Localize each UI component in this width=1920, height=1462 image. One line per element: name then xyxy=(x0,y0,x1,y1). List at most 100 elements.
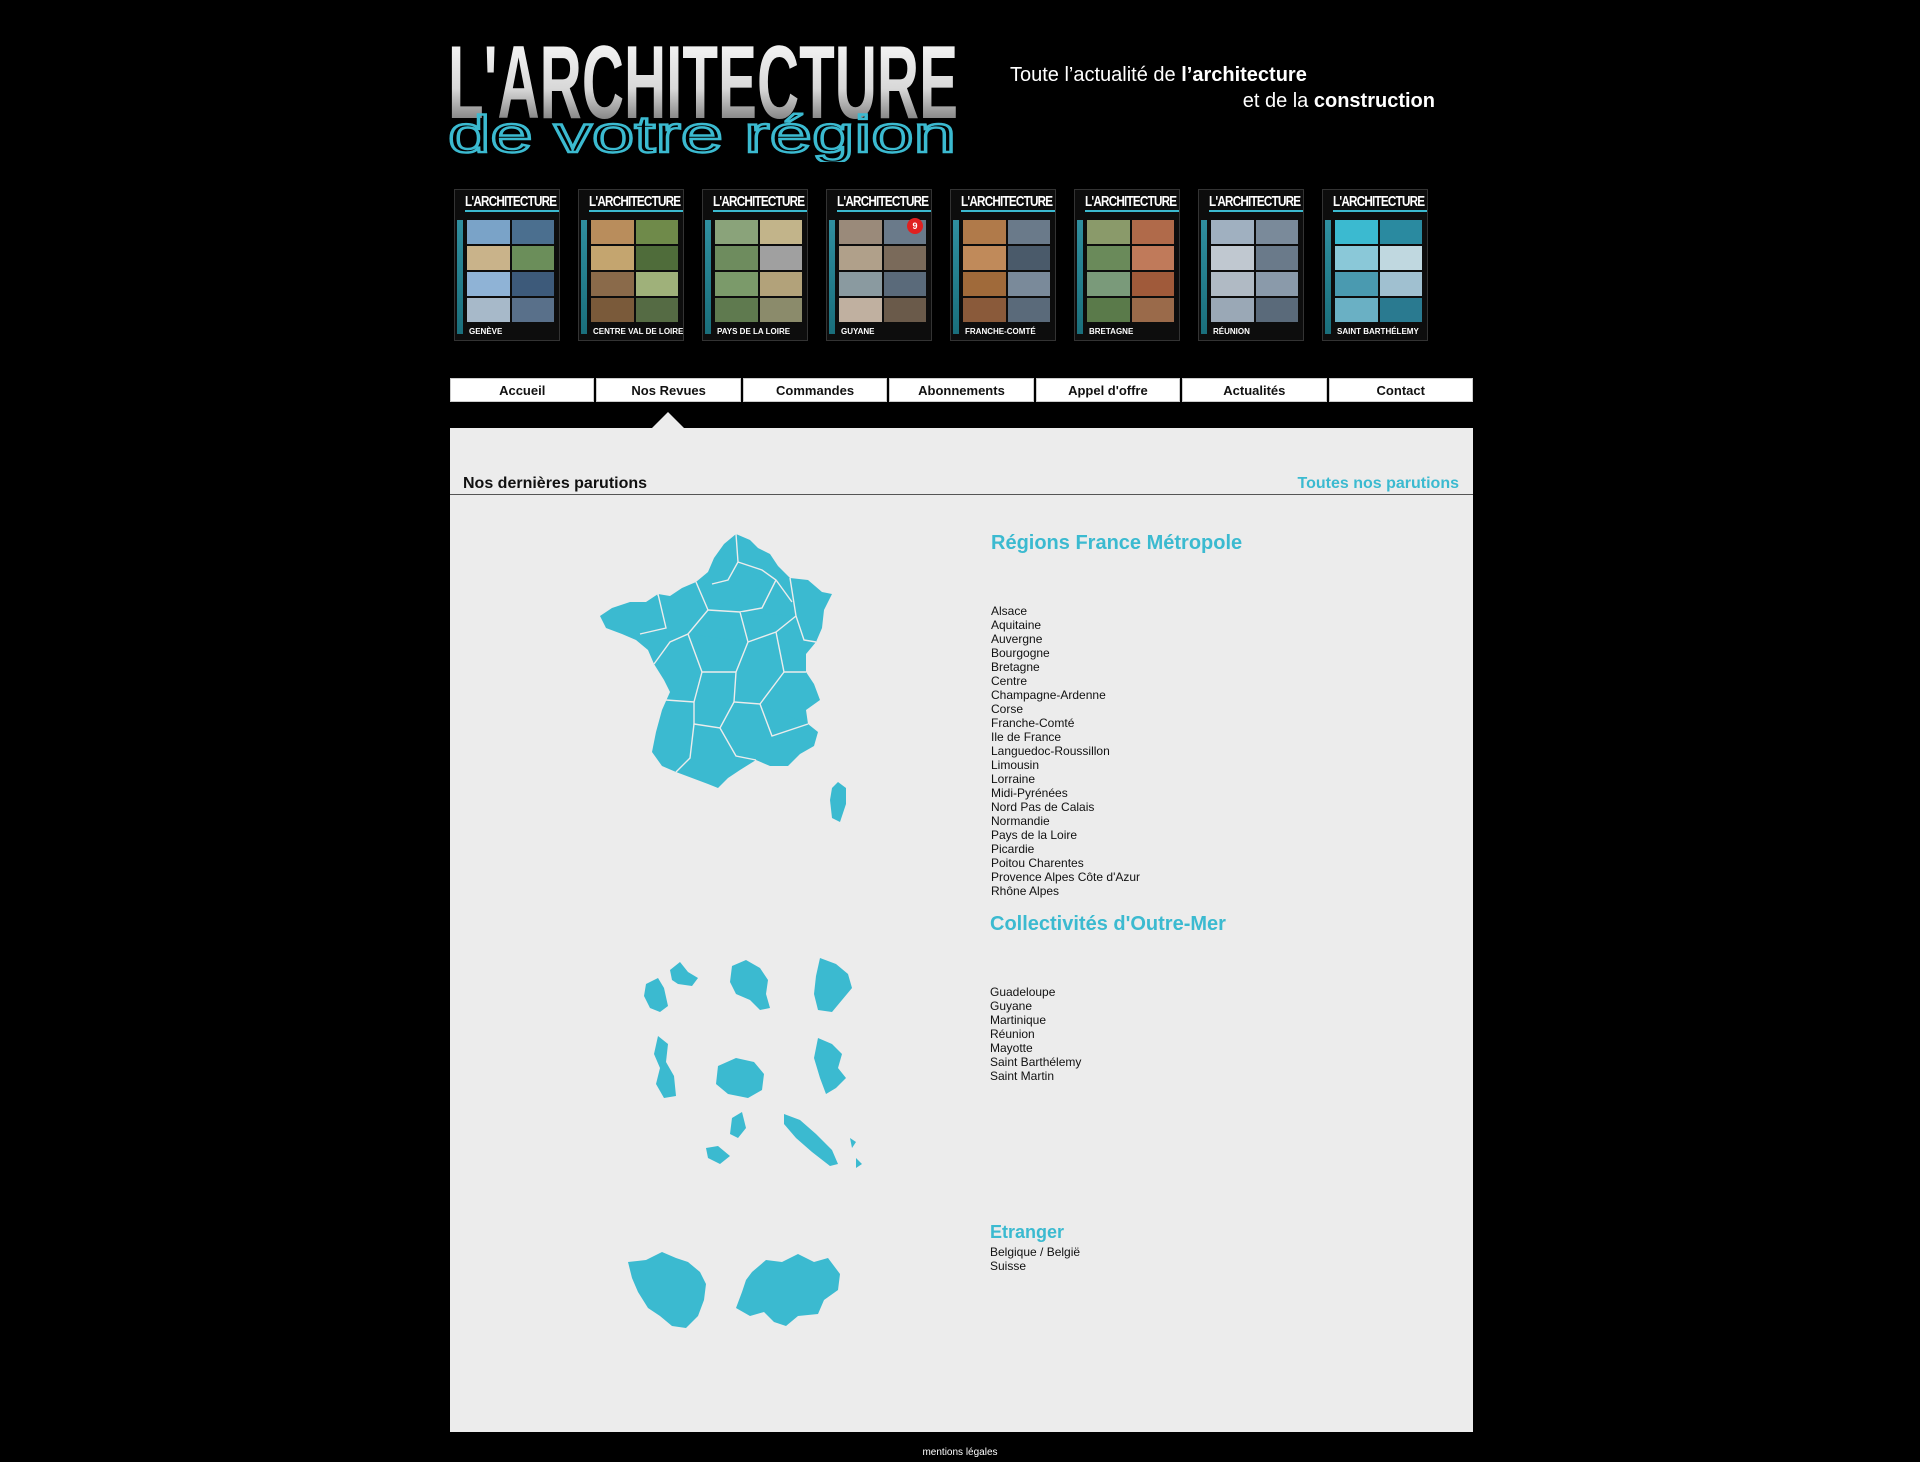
region-link[interactable]: Franche-Comté xyxy=(991,716,1074,730)
outremer-link[interactable]: Réunion xyxy=(990,1027,1035,1041)
nav-commandes[interactable]: Commandes xyxy=(742,378,888,402)
cover-photo xyxy=(839,220,882,244)
magazine-cover[interactable]: L'ARCHITECTURE CENTRE VAL DE LOIRE xyxy=(578,189,684,341)
region-link[interactable]: Languedoc-Roussillon xyxy=(991,744,1110,758)
outremer-maps[interactable] xyxy=(640,958,880,1188)
cover-masthead: L'ARCHITECTURE xyxy=(1085,193,1179,215)
outremer-list: Guadeloupe Guyane Martinique Réunion Mayotte… xyxy=(990,985,1081,1083)
region-link[interactable]: Centre xyxy=(991,674,1027,688)
nav-contact[interactable]: Contact xyxy=(1328,378,1473,402)
region-link[interactable]: Lorraine xyxy=(991,772,1035,786)
outremer-item: Saint Barthélemy xyxy=(990,1055,1081,1069)
cover-photo xyxy=(467,246,510,270)
magazine-cover[interactable]: L'ARCHITECTURE RÉUNION xyxy=(1198,189,1304,341)
cover-photo xyxy=(715,246,758,270)
outremer-link[interactable]: Guadeloupe xyxy=(990,985,1055,999)
cover-photo-grid xyxy=(1087,220,1174,322)
magazine-cover[interactable]: L'ARCHITECTURE GUYANE 9 xyxy=(826,189,932,341)
main-nav: Accueil Nos Revues Commandes Abonnements… xyxy=(450,378,1473,402)
region-link[interactable]: Bretagne xyxy=(991,660,1040,674)
region-link[interactable]: Nord Pas de Calais xyxy=(991,800,1094,814)
group-title-outremer: Collectivités d'Outre-Mer xyxy=(990,913,1226,935)
magazine-cover[interactable]: L'ARCHITECTURE BRETAGNE xyxy=(1074,189,1180,341)
nav-appel-offre[interactable]: Appel d'offre xyxy=(1035,378,1181,402)
region-link[interactable]: Limousin xyxy=(991,758,1039,772)
cover-region: CENTRE VAL DE LOIRE xyxy=(593,327,684,336)
site-logo[interactable]: L'ARCHITECTURE de votre région xyxy=(448,30,960,162)
region-item: Auvergne xyxy=(991,632,1140,646)
nav-actualites[interactable]: Actualités xyxy=(1182,378,1327,402)
outremer-item: Guyane xyxy=(990,999,1081,1013)
region-item: Lorraine xyxy=(991,772,1140,786)
magazine-cover[interactable]: L'ARCHITECTURE GENÈVE xyxy=(454,189,560,341)
cover-photo xyxy=(635,220,678,244)
region-item: Rhône Alpes xyxy=(991,884,1140,898)
region-item: Picardie xyxy=(991,842,1140,856)
magazine-cover[interactable]: L'ARCHITECTURE FRANCHE-COMTÉ xyxy=(950,189,1056,341)
region-item: Limousin xyxy=(991,758,1140,772)
nav-accueil[interactable]: Accueil xyxy=(450,378,595,402)
region-link[interactable]: Corse xyxy=(991,702,1023,716)
region-link[interactable]: Rhône Alpes xyxy=(991,884,1059,898)
cover-photo xyxy=(1211,272,1254,296)
region-link[interactable]: Pays de la Loire xyxy=(991,828,1077,842)
region-item: Corse xyxy=(991,702,1140,716)
outremer-link[interactable]: Martinique xyxy=(990,1013,1046,1027)
cover-spine xyxy=(1325,220,1331,334)
cover-spine xyxy=(581,220,587,334)
region-link[interactable]: Auvergne xyxy=(991,632,1042,646)
cover-region: SAINT BARTHÉLEMY xyxy=(1337,327,1419,336)
outremer-link[interactable]: Saint Martin xyxy=(990,1069,1054,1083)
cover-photo-grid xyxy=(591,220,678,322)
country-link[interactable]: Suisse xyxy=(990,1259,1026,1273)
region-link[interactable]: Alsace xyxy=(991,604,1027,618)
magazine-covers: L'ARCHITECTURE GENÈVE L'ARCHITECTURE CENTRE… xyxy=(454,189,1428,343)
outremer-link[interactable]: Guyane xyxy=(990,999,1032,1013)
cover-photo xyxy=(1087,298,1130,322)
region-link[interactable]: Aquitaine xyxy=(991,618,1041,632)
region-item: Ile de France xyxy=(991,730,1140,744)
country-item: Belgique / België xyxy=(990,1245,1080,1259)
country-link[interactable]: Belgique / België xyxy=(990,1245,1080,1259)
region-link[interactable]: Bourgogne xyxy=(991,646,1050,660)
region-link[interactable]: Ile de France xyxy=(991,730,1061,744)
cover-masthead: L'ARCHITECTURE xyxy=(713,193,807,215)
region-item: Pays de la Loire xyxy=(991,828,1140,842)
cover-spine xyxy=(457,220,463,334)
cover-photo-grid xyxy=(839,220,926,322)
region-item: Bourgogne xyxy=(991,646,1140,660)
region-link[interactable]: Normandie xyxy=(991,814,1050,828)
cover-photo xyxy=(467,298,510,322)
outremer-link[interactable]: Mayotte xyxy=(990,1041,1033,1055)
region-item: Alsace xyxy=(991,604,1140,618)
cover-photo xyxy=(591,272,634,296)
region-link[interactable]: Midi-Pyrénées xyxy=(991,786,1068,800)
cover-photo xyxy=(1255,220,1298,244)
region-link[interactable]: Poitou Charentes xyxy=(991,856,1084,870)
cover-photo xyxy=(1379,272,1422,296)
nav-abonnements[interactable]: Abonnements xyxy=(889,378,1034,402)
cover-photo xyxy=(511,272,554,296)
all-issues-link[interactable]: Toutes nos parutions xyxy=(1298,475,1459,493)
region-link[interactable]: Picardie xyxy=(991,842,1034,856)
region-item: Nord Pas de Calais xyxy=(991,800,1140,814)
etranger-maps[interactable] xyxy=(628,1250,858,1340)
magazine-cover[interactable]: L'ARCHITECTURE PAYS DE LA LOIRE xyxy=(702,189,808,341)
cover-photo-grid xyxy=(715,220,802,322)
france-map[interactable] xyxy=(600,532,870,832)
cover-photo xyxy=(883,246,926,270)
legal-notice-link[interactable]: mentions légales xyxy=(922,1447,997,1458)
cover-photo xyxy=(1379,298,1422,322)
region-link[interactable]: Champagne-Ardenne xyxy=(991,688,1106,702)
cover-spine xyxy=(829,220,835,334)
region-link[interactable]: Provence Alpes Côte d'Azur xyxy=(991,870,1140,884)
cover-photo xyxy=(635,272,678,296)
region-item: Bretagne xyxy=(991,660,1140,674)
nav-nos-revues[interactable]: Nos Revues xyxy=(596,378,741,402)
country-item: Suisse xyxy=(990,1259,1080,1273)
magazine-cover[interactable]: L'ARCHITECTURE SAINT BARTHÉLEMY xyxy=(1322,189,1428,341)
cover-photo xyxy=(839,298,882,322)
cover-region: PAYS DE LA LOIRE xyxy=(717,327,791,336)
outremer-item: Saint Martin xyxy=(990,1069,1081,1083)
outremer-link[interactable]: Saint Barthélemy xyxy=(990,1055,1081,1069)
